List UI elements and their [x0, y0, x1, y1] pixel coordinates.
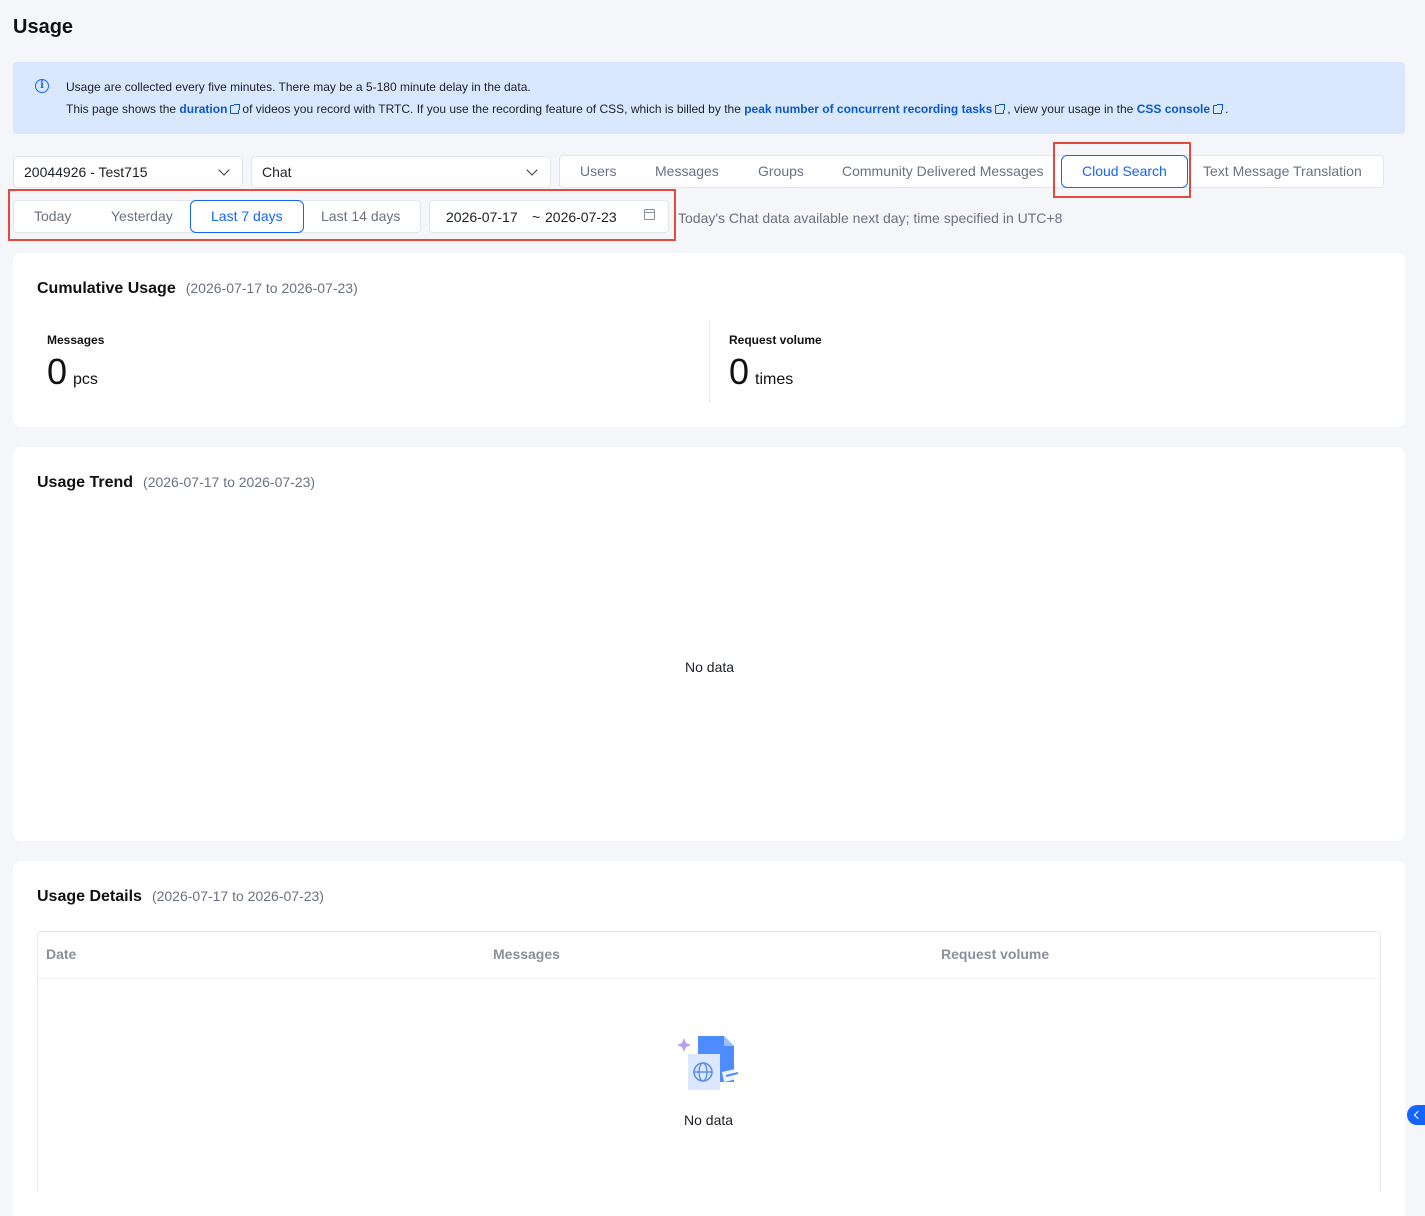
column-header-request-volume[interactable]: Request volume [941, 946, 1049, 962]
range-yesterday[interactable]: Yesterday [111, 201, 173, 232]
usage-trend-title: Usage Trend (2026-07-17 to 2026-07-23) [37, 474, 315, 492]
range-last-14-days[interactable]: Last 14 days [321, 201, 400, 232]
external-link-icon [1213, 104, 1224, 114]
card-title-text: Usage Trend [37, 474, 134, 491]
metric-divider [709, 321, 710, 403]
date-separator: ~ [532, 209, 541, 225]
duration-link[interactable]: duration [179, 102, 227, 116]
card-date-range: (2026-07-17 to 2026-07-23) [143, 474, 316, 490]
tab-groups[interactable]: Groups [758, 156, 804, 187]
cumulative-usage-card: Cumulative Usage (2026-07-17 to 2026-07-2… [13, 253, 1405, 427]
messages-metric-label: Messages [47, 333, 105, 347]
range-today[interactable]: Today [34, 201, 71, 232]
metric-tabs: Users Messages Groups Community Delivere… [559, 155, 1384, 188]
data-availability-hint: Today's Chat data available next day; ti… [678, 210, 1063, 226]
card-date-range: (2026-07-17 to 2026-07-23) [151, 888, 324, 904]
usage-trend-card: Usage Trend (2026-07-17 to 2026-07-23) No… [13, 447, 1405, 841]
calendar-icon [644, 209, 655, 220]
css-console-link[interactable]: CSS console [1137, 102, 1210, 116]
page-title: Usage [13, 16, 74, 38]
app-select[interactable]: 20044926 - Test715 [13, 156, 243, 188]
notice-text: of videos you record with TRTC. If you u… [242, 102, 741, 116]
tab-messages[interactable]: Messages [655, 156, 719, 187]
notice-line-1: Usage are collected every five minutes. … [66, 80, 531, 94]
requests-unit: times [755, 371, 794, 388]
column-header-date[interactable]: Date [46, 946, 76, 962]
product-select-value: Chat [262, 164, 292, 180]
column-header-messages[interactable]: Messages [493, 946, 560, 962]
table-header-divider [38, 978, 1380, 979]
requests-metric-label: Request volume [729, 333, 822, 347]
notice-line-2: This page shows the duration of videos yo… [66, 102, 1228, 116]
app-select-value: 20044926 - Test715 [24, 164, 148, 180]
notice-text: . [1225, 102, 1229, 116]
tab-cloud-search[interactable]: Cloud Search [1061, 155, 1188, 188]
peak-tasks-link[interactable]: peak number of concurrent recording task… [744, 102, 992, 116]
range-last-7-days[interactable]: Last 7 days [190, 200, 304, 233]
cumulative-usage-title: Cumulative Usage (2026-07-17 to 2026-07-2… [37, 280, 358, 298]
date-end: 2026-07-23 [545, 209, 617, 225]
collapse-panel-toggle[interactable] [1407, 1105, 1425, 1125]
chevron-down-icon [218, 164, 230, 176]
card-title-text: Cumulative Usage [37, 280, 176, 297]
date-start: 2026-07-17 [446, 209, 518, 225]
tab-text-message-translation[interactable]: Text Message Translation [1203, 156, 1362, 187]
notice-text: This page shows the [66, 102, 177, 116]
details-empty-text: No data [684, 1112, 734, 1128]
messages-metric-value: 0 pcs [47, 351, 98, 393]
tab-community-delivered-messages[interactable]: Community Delivered Messages [842, 156, 1044, 187]
date-range-picker[interactable]: 2026-07-17 ~ 2026-07-23 [429, 200, 669, 233]
messages-count: 0 [47, 351, 68, 392]
messages-unit: pcs [73, 371, 98, 388]
card-title-text: Usage Details [37, 888, 142, 905]
requests-count: 0 [729, 351, 750, 392]
card-date-range: (2026-07-17 to 2026-07-23) [185, 280, 358, 296]
product-select[interactable]: Chat [251, 156, 551, 188]
requests-metric-value: 0 times [729, 351, 793, 393]
date-range-presets: Today Yesterday Last 7 days Last 14 days [13, 200, 421, 233]
empty-document-icon [677, 1036, 742, 1090]
info-notice: i Usage are collected every five minutes… [13, 62, 1405, 134]
info-icon: i [35, 79, 49, 93]
trend-empty-text: No data [685, 659, 735, 675]
usage-details-title: Usage Details (2026-07-17 to 2026-07-23) [37, 888, 324, 906]
tab-users[interactable]: Users [580, 156, 617, 187]
external-link-icon [995, 104, 1006, 114]
chevron-down-icon [526, 164, 538, 176]
usage-details-table: Date Messages Request volume No data [37, 931, 1381, 1191]
notice-text: , view your usage in the [1007, 102, 1134, 116]
usage-details-card: Usage Details (2026-07-17 to 2026-07-23) … [13, 861, 1405, 1216]
external-link-icon [230, 104, 241, 114]
